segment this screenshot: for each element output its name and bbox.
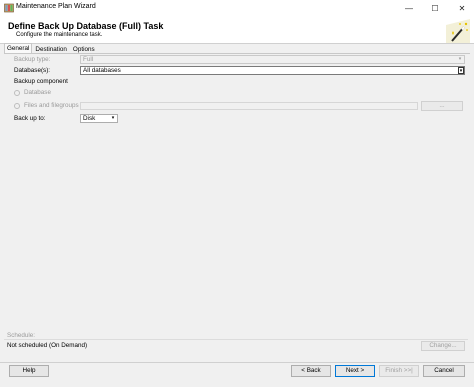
tab-destination[interactable]: Destination [32,44,70,53]
tab-panel-general [4,53,470,353]
next-button[interactable]: Next > [335,365,375,377]
window-titlebar: Maintenance Plan Wizard — ☐ ✕ [0,0,474,17]
databases-dropdown[interactable]: All databases ▾ [80,66,465,75]
tab-general[interactable]: General [4,43,33,53]
cancel-button[interactable]: Cancel [423,365,465,377]
minimize-icon: — [405,4,413,13]
files-browse-button[interactable]: ... [421,101,463,111]
maximize-button[interactable]: ☐ [421,0,449,17]
files-filegroups-field[interactable] [80,102,418,110]
page-title: Define Back Up Database (Full) Task [8,21,164,31]
backup-to-value: Disk [83,115,96,122]
wizard-magic-wand-icon [446,19,470,43]
help-button[interactable]: Help [9,365,49,377]
maximize-icon: ☐ [431,4,439,13]
database-radio[interactable] [14,90,20,96]
chevron-down-icon[interactable]: ▾ [458,67,464,74]
finish-button[interactable]: Finish >>| [379,365,419,377]
tab-options[interactable]: Options [70,44,98,53]
databases-label: Database(s): [14,67,51,74]
change-schedule-button[interactable]: Change... [421,341,465,351]
backup-type-field: Full ▾ [80,55,465,64]
backup-type-label: Backup type: [14,56,51,63]
page-subtitle: Configure the maintenance task. [16,32,103,38]
backup-type-value: Full [83,56,94,63]
close-window-button[interactable]: ✕ [448,0,474,17]
schedule-label: Schedule: [7,332,36,339]
minimize-button[interactable]: — [395,0,423,17]
wizard-header: Define Back Up Database (Full) Task Conf… [0,17,474,44]
schedule-separator [4,339,468,340]
backup-component-label: Backup component [14,78,68,85]
database-radio-label: Database [24,89,51,96]
chevron-down-icon: ▾ [111,115,115,121]
window-title: Maintenance Plan Wizard [16,3,96,10]
footer-separator [0,362,474,363]
files-filegroups-label: Files and filegroups [24,102,79,109]
schedule-value: Not scheduled (On Demand) [7,342,88,349]
backup-to-dropdown[interactable]: Disk ▾ [80,114,118,123]
backup-to-label: Back up to: [14,115,46,122]
databases-value: All databases [83,67,121,74]
chevron-down-icon: ▾ [458,56,462,62]
tab-strip: General Destination Options [4,43,98,53]
maintenance-plan-app-icon [4,3,14,13]
files-filegroups-radio[interactable] [14,103,20,109]
close-icon: ✕ [458,4,466,13]
back-button[interactable]: < Back [291,365,331,377]
